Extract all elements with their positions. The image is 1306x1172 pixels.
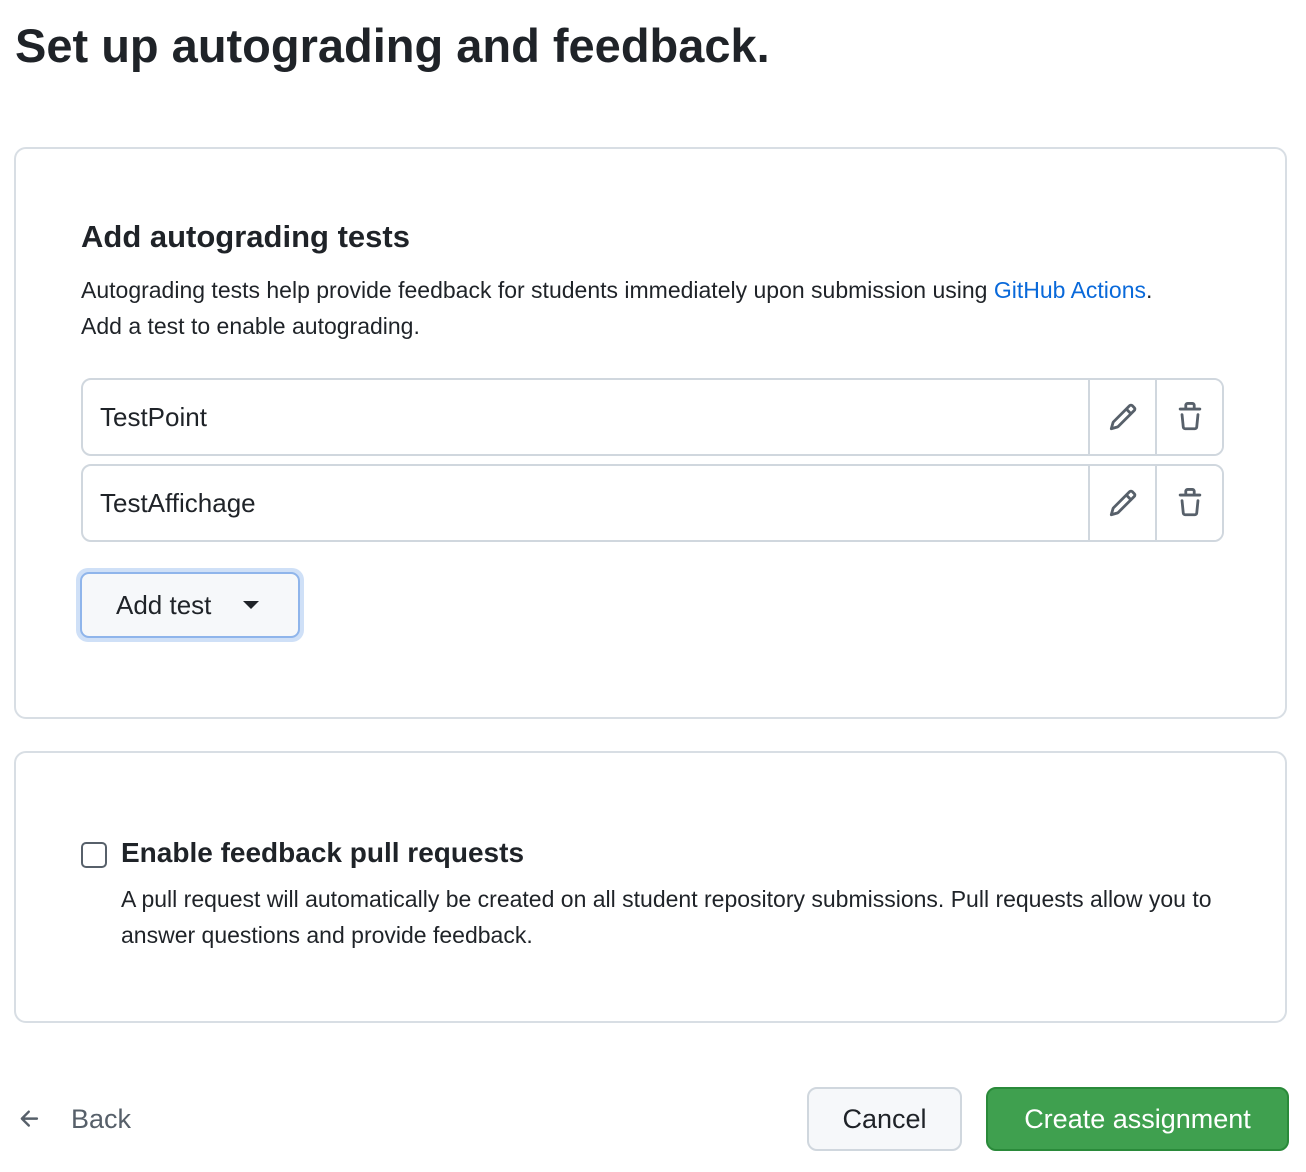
arrow-left-icon	[20, 1110, 39, 1127]
feedback-heading: Enable feedback pull requests	[121, 837, 525, 868]
trash-icon	[1178, 488, 1201, 517]
add-test-button[interactable]: Add test	[80, 572, 300, 638]
test-row: TestPoint	[81, 378, 1224, 456]
autograding-panel: Add autograding tests Autograding tests …	[14, 147, 1287, 719]
feedback-panel: Enable feedback pull requests A pull req…	[14, 751, 1287, 1023]
feedback-description: A pull request will automatically be cre…	[121, 886, 1212, 948]
feedback-pull-requests-checkbox[interactable]	[81, 842, 107, 868]
add-test-focus-ring: Add test	[76, 568, 304, 642]
back-label: Back	[71, 1103, 132, 1134]
edit-test-button[interactable]	[1088, 466, 1155, 540]
page-title: Set up autograding and feedback.	[15, 19, 770, 72]
back-link[interactable]: Back	[17, 1098, 131, 1140]
autograding-description-text: Autograding tests help provide feedback …	[81, 277, 994, 303]
add-test-label: Add test	[116, 589, 212, 620]
create-assignment-button[interactable]: Create assignment	[986, 1087, 1289, 1151]
pencil-icon	[1109, 489, 1136, 517]
test-row: TestAffichage	[81, 464, 1224, 542]
autograding-description-period: .	[1146, 277, 1153, 303]
delete-test-button[interactable]	[1155, 466, 1222, 540]
github-actions-link[interactable]: GitHub Actions	[994, 277, 1146, 303]
autograding-description-line2: Add a test to enable autograding.	[81, 313, 420, 339]
edit-test-button[interactable]	[1088, 380, 1155, 454]
test-name: TestPoint	[100, 401, 207, 432]
trash-icon	[1178, 402, 1201, 431]
cancel-button[interactable]: Cancel	[807, 1087, 962, 1151]
pencil-icon	[1109, 403, 1136, 431]
autograding-heading: Add autograding tests	[81, 219, 410, 254]
test-name: TestAffichage	[100, 487, 256, 518]
autograding-description: Autograding tests help provide feedback …	[81, 272, 1221, 344]
caret-down-icon	[243, 601, 260, 609]
delete-test-button[interactable]	[1155, 380, 1222, 454]
